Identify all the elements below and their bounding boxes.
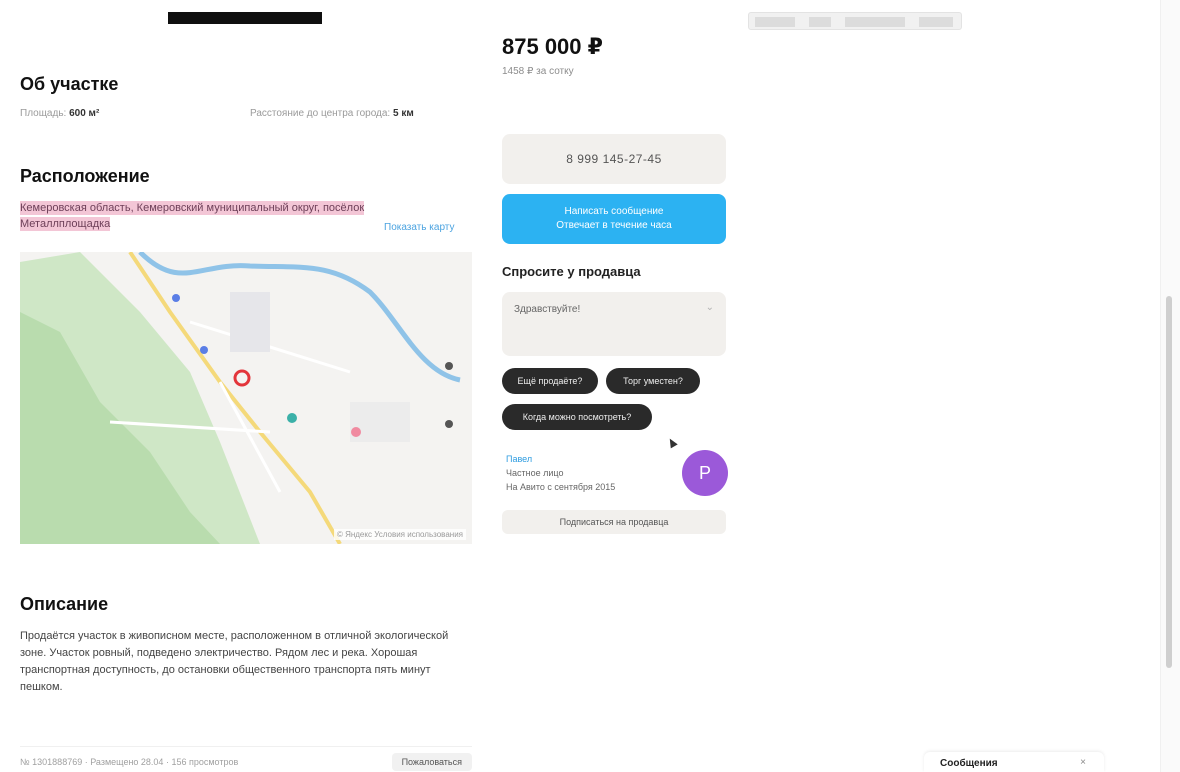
- about-title: Об участке: [20, 74, 119, 94]
- location-title: Расположение: [20, 166, 150, 186]
- map-zoom-in[interactable]: [445, 362, 453, 370]
- avatar[interactable]: P: [682, 450, 728, 496]
- subscribe-seller-button[interactable]: Подписаться на продавца: [502, 510, 726, 534]
- show-phone-button[interactable]: 8 999 145-27-45: [502, 134, 726, 184]
- map-zoom-out[interactable]: [445, 420, 453, 428]
- distance-label: Расстояние до центра города:: [250, 108, 391, 119]
- seller-since: На Авито с сентября 2015: [506, 482, 616, 492]
- chevron-down-icon: ⌄: [705, 302, 714, 313]
- area-label: Площадь:: [20, 108, 67, 119]
- quick-question-chip[interactable]: Торг уместен?: [606, 368, 700, 394]
- photo-gallery-edge: [168, 12, 322, 24]
- area-value: 600 м²: [69, 108, 100, 119]
- show-map-link[interactable]: Показать карту: [384, 222, 454, 233]
- price: 875 000 ₽: [502, 34, 603, 59]
- seller-type: Частное лицо: [506, 468, 564, 478]
- map-canvas: [20, 252, 461, 544]
- map-widget[interactable]: © Яндекс Условия использования: [20, 252, 472, 544]
- description-title: Описание: [20, 594, 109, 614]
- listing-footer: № 1301888769 · Размещено 28.04 · 156 про…: [20, 746, 472, 772]
- distance-row: Расстояние до центра города: 5 км: [250, 108, 414, 119]
- address-highlight: Кемеровская область, Кемеровский муницип…: [20, 201, 365, 231]
- thumbnail-strip[interactable]: [748, 12, 962, 30]
- write-message-button[interactable]: Написать сообщение Отвечает в течение ча…: [502, 194, 726, 244]
- write-message-label: Написать сообщение: [564, 206, 664, 217]
- scrollbar-thumb[interactable]: [1166, 296, 1172, 668]
- messenger-label: Сообщения: [940, 758, 998, 769]
- seller-info: Павел Частное лицо На Авито с сентября 2…: [506, 452, 615, 494]
- ask-seller-placeholder: Здравствуйте!: [514, 304, 581, 315]
- listing-meta: № 1301888769 · Размещено 28.04 · 156 про…: [20, 757, 239, 767]
- price-per-unit: 1458 ₽ за сотку: [502, 66, 574, 77]
- description-text: Продаётся участок в живописном месте, ра…: [20, 630, 449, 693]
- seller-name[interactable]: Павел: [506, 452, 615, 466]
- distance-value: 5 км: [393, 108, 414, 119]
- close-icon[interactable]: ×: [1080, 757, 1086, 768]
- report-button[interactable]: Пожаловаться: [391, 753, 472, 771]
- quick-question-chip[interactable]: Когда можно посмотреть?: [502, 404, 652, 430]
- messenger-widget[interactable]: Сообщения ×: [924, 752, 1104, 772]
- phone-number: 8 999 145-27-45: [566, 152, 662, 166]
- area-row: Площадь: 600 м²: [20, 108, 99, 119]
- quick-question-chip[interactable]: Ещё продаёте?: [502, 368, 598, 394]
- ask-seller-title: Спросите у продавца: [502, 264, 641, 279]
- map-attribution[interactable]: © Яндекс Условия использования: [333, 529, 466, 540]
- mouse-cursor-icon: [666, 436, 678, 449]
- address-text: Кемеровская область, Кемеровский муницип…: [20, 200, 380, 232]
- reply-time-label: Отвечает в течение часа: [556, 220, 672, 231]
- ask-seller-input[interactable]: Здравствуйте! ⌄: [502, 292, 726, 356]
